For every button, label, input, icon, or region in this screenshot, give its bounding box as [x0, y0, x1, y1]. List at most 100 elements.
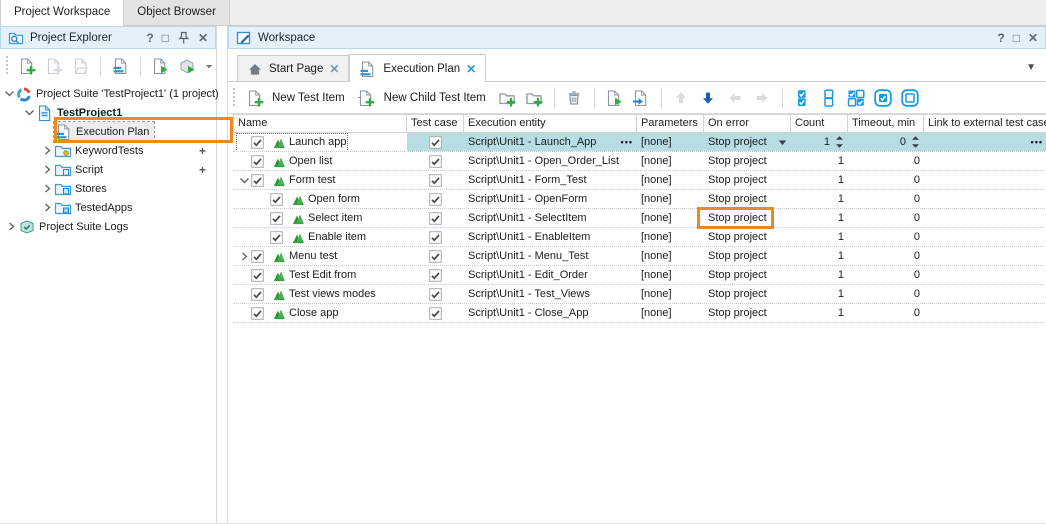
parameters-cell[interactable]: [none]	[637, 171, 704, 189]
name-cell[interactable]: Form test	[233, 171, 407, 189]
count-cell[interactable]: 1	[791, 247, 848, 265]
count-cell[interactable]: 1	[791, 304, 848, 322]
execution-entity-cell[interactable]: Script\Unit1 - Form_Test	[464, 171, 637, 189]
name-cell[interactable]: Close app	[233, 304, 407, 322]
on-error-cell[interactable]: Stop project	[704, 209, 791, 227]
test-case-checkbox[interactable]	[429, 250, 442, 263]
run-selected-button[interactable]	[602, 85, 627, 110]
test-case-checkbox[interactable]	[429, 269, 442, 282]
link-external-cell[interactable]	[924, 171, 1046, 189]
entity-browse-button[interactable]: •••	[621, 137, 633, 147]
link-external-cell[interactable]	[924, 152, 1046, 170]
move-left-button[interactable]	[723, 85, 748, 110]
parameters-cell[interactable]: [none]	[637, 152, 704, 170]
on-error-cell[interactable]: Stop project	[704, 171, 791, 189]
table-row-enable-item[interactable]: Enable itemScript\Unit1 - EnableItem[non…	[233, 228, 1046, 247]
link-external-cell[interactable]	[924, 247, 1046, 265]
move-right-button[interactable]	[750, 85, 775, 110]
tab-execution-plan[interactable]: Execution Plan ✕	[349, 54, 486, 82]
new-child-group-button[interactable]	[522, 85, 547, 110]
table-row-form-test[interactable]: Form test Script\Unit1 - Form_Test[none]S…	[233, 171, 1046, 190]
count-spinner[interactable]	[835, 135, 844, 149]
execution-entity-cell[interactable]: Script\Unit1 - SelectItem	[464, 209, 637, 227]
new-test-item-button[interactable]	[242, 85, 267, 110]
parameters-cell[interactable]: [none]	[637, 285, 704, 303]
expander-collapsed-icon[interactable]	[237, 251, 251, 262]
tree-item-execution-plan[interactable]: Execution Plan	[0, 122, 216, 141]
delete-button[interactable]	[562, 85, 587, 110]
maximize-icon[interactable]: □	[162, 32, 169, 44]
parameters-cell[interactable]: [none]	[637, 266, 704, 284]
help-icon[interactable]: ?	[146, 32, 153, 44]
new-group-button[interactable]	[495, 85, 520, 110]
expander-collapsed-icon[interactable]	[4, 221, 18, 232]
link-external-cell[interactable]	[924, 285, 1046, 303]
check-all-button[interactable]	[790, 85, 815, 110]
on-error-cell[interactable]: Stop project	[704, 304, 791, 322]
link-external-cell[interactable]	[924, 228, 1046, 246]
count-cell[interactable]: 1	[791, 228, 848, 246]
count-cell[interactable]: 1	[791, 285, 848, 303]
table-row-test-views-modes[interactable]: Test views modesScript\Unit1 - Test_View…	[233, 285, 1046, 304]
test-case-cell[interactable]	[407, 228, 464, 246]
test-case-cell[interactable]	[407, 171, 464, 189]
column-header-timeout-min[interactable]: Timeout, min	[848, 115, 924, 132]
timeout-cell[interactable]: 0	[848, 228, 924, 246]
toolbar-grip[interactable]	[232, 88, 236, 108]
test-case-cell[interactable]	[407, 304, 464, 322]
table-row-select-item[interactable]: Select itemScript\Unit1 - SelectItem[non…	[233, 209, 1046, 228]
on-error-cell[interactable]: Stop project	[704, 285, 791, 303]
link-external-cell[interactable]: •••	[924, 133, 1046, 151]
chevron-down-icon[interactable]: ▼	[1026, 62, 1036, 73]
uncheck-selected-button[interactable]	[898, 85, 923, 110]
test-case-checkbox[interactable]	[429, 231, 442, 244]
new-item-button[interactable]	[41, 53, 66, 78]
column-header-execution-entity[interactable]: Execution entity	[464, 115, 637, 132]
name-cell[interactable]: Test views modes	[233, 285, 407, 303]
link-external-cell[interactable]	[924, 190, 1046, 208]
timeout-cell[interactable]: 0	[848, 247, 924, 265]
row-checkbox[interactable]	[251, 250, 264, 263]
execution-entity-cell[interactable]: Script\Unit1 - Open_Order_List	[464, 152, 637, 170]
link-external-cell[interactable]	[924, 266, 1046, 284]
test-case-checkbox[interactable]	[429, 307, 442, 320]
test-case-cell[interactable]	[407, 133, 464, 151]
timeout-cell[interactable]: 0	[848, 209, 924, 227]
on-error-cell[interactable]: Stop project	[704, 152, 791, 170]
dropdown-arrow-button[interactable]	[202, 53, 216, 78]
column-header-count[interactable]: Count	[791, 115, 848, 132]
table-row-test-edit-from[interactable]: Test Edit fromScript\Unit1 - Edit_Order[…	[233, 266, 1046, 285]
new-child-test-item-button[interactable]	[354, 85, 379, 110]
tab-object-browser[interactable]: Object Browser	[124, 0, 230, 25]
close-icon[interactable]: ✕	[329, 62, 339, 76]
row-checkbox[interactable]	[270, 212, 283, 225]
table-row-launch-app[interactable]: Launch appScript\Unit1 - Launch_App•••[n…	[233, 133, 1046, 152]
timeout-cell[interactable]: 0	[848, 171, 924, 189]
tree-item-project-suite-logs[interactable]: Project Suite Logs	[0, 217, 216, 236]
name-cell[interactable]: Menu test	[233, 247, 407, 265]
tree-item-testproject1[interactable]: TestProject1	[0, 103, 216, 122]
table-row-open-list[interactable]: Open list Script\Unit1 - Open_Order_List[…	[233, 152, 1046, 171]
expander-collapsed-icon[interactable]	[40, 164, 54, 175]
row-checkbox[interactable]	[251, 174, 264, 187]
count-cell[interactable]: 1	[791, 209, 848, 227]
link-browse-button[interactable]: •••	[1031, 137, 1043, 147]
test-case-checkbox[interactable]	[429, 155, 442, 168]
show-report-button[interactable]	[629, 85, 654, 110]
run-project-suite-button[interactable]	[175, 53, 200, 78]
tree-item-script[interactable]: Script+	[0, 160, 216, 179]
test-case-checkbox[interactable]	[429, 193, 442, 206]
execution-entity-cell[interactable]: Script\Unit1 - EnableItem	[464, 228, 637, 246]
execution-entity-cell[interactable]: Script\Unit1 - Close_App	[464, 304, 637, 322]
close-icon[interactable]: ✕	[1028, 32, 1038, 44]
execution-entity-cell[interactable]: Script\Unit1 - Launch_App•••	[464, 133, 637, 151]
timeout-cell[interactable]: 0	[848, 266, 924, 284]
on-error-cell[interactable]: Stop project	[704, 228, 791, 246]
row-checkbox[interactable]	[251, 307, 264, 320]
close-icon[interactable]: ✕	[466, 62, 476, 76]
test-case-cell[interactable]	[407, 285, 464, 303]
count-cell[interactable]: 1	[791, 266, 848, 284]
execution-entity-cell[interactable]: Script\Unit1 - Menu_Test	[464, 247, 637, 265]
name-cell[interactable]: Open list	[233, 152, 407, 170]
organize-execution-plan-button[interactable]	[108, 53, 133, 78]
